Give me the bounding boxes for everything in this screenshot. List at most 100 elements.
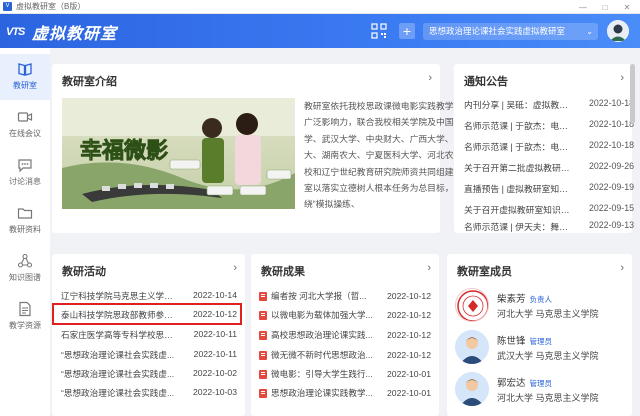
book-icon [18, 63, 32, 76]
chevron-right-icon[interactable]: › [620, 72, 624, 84]
sidebar-item-knowledge-graph[interactable]: 知识图谱 [0, 246, 50, 292]
result-item-title: 思想政治理论课实践教学... [271, 388, 373, 398]
notice-item-date: 2022-09-19 [589, 182, 634, 192]
activity-item[interactable]: 石家庄医学高等专科学校思政... 2022-10-11 [61, 329, 237, 341]
activity-item-date: 2022-10-14 [193, 290, 237, 300]
sidebar-item-label: 在线会议 [9, 129, 41, 138]
result-item-title: 微电影：引导大学生践行... [271, 369, 373, 379]
notice-item[interactable]: 名师示范课 | 于歆杰：电路... 2022-10-18 [464, 119, 634, 132]
video-icon [17, 112, 33, 122]
activity-item[interactable]: 辽宁科技学院马克思主义学院... 2022-10-14 [61, 290, 237, 302]
app-header: VTS 虚拟教研室 + 思想政治理论课社会实践虚拟教研室 ⌄ [0, 14, 640, 48]
result-item[interactable]: 编者按 河北大学报（哲... 2022-10-12 [259, 290, 431, 302]
activity-item-title: “思想政治理论课社会实践虚... [61, 388, 175, 398]
result-item-date: 2022-10-12 [387, 291, 431, 301]
members-title: 教研室成员 [457, 266, 512, 278]
member-role: 负责人 [529, 295, 553, 304]
notice-item-date: 2022-10-18 [589, 140, 634, 150]
maximize-button[interactable]: □ [594, 0, 616, 14]
highlight-box [52, 303, 242, 325]
notice-item[interactable]: 关于召开第二批虚拟教研室... 2022-09-26 [464, 161, 634, 174]
member-org: 河北大学 [497, 309, 534, 319]
result-item-title: 微无微不新时代思想政治... [271, 350, 373, 360]
folder-icon [17, 208, 33, 219]
chevron-right-icon[interactable]: › [233, 262, 237, 274]
notice-item-date: 2022-10-18 [589, 119, 634, 129]
notice-item-title: 名师示范课 | 于歆杰：电路... [464, 121, 574, 131]
member-name: 郭宏达 [497, 378, 526, 389]
results-card: 教研成果 › 编者按 河北大学报（哲... 2022-10-12 以微电影为载体… [251, 254, 439, 416]
result-item-date: 2022-10-01 [387, 369, 431, 379]
window-title: 虚拟教研室（B版） [16, 2, 86, 11]
notice-item-date: 2022-09-13 [589, 220, 634, 230]
result-item-title: 以微电影为载体加强大学... [271, 310, 373, 320]
chevron-right-icon[interactable]: › [427, 262, 431, 274]
pdf-icon [259, 388, 267, 398]
activity-item-date: 2022-10-11 [193, 349, 237, 359]
scrollbar-thumb[interactable] [630, 64, 635, 124]
sidebar-item-research-room[interactable]: 教研室 [0, 54, 50, 100]
member-item[interactable]: 郭宏达 管理员 河北大学 马克思主义学院 [455, 372, 625, 410]
minimize-button[interactable]: — [572, 0, 594, 14]
notice-item-date: 2022-10-18 [589, 98, 634, 108]
result-item[interactable]: 微无微不新时代思想政治... 2022-10-12 [259, 349, 431, 361]
chevron-down-icon: ⌄ [586, 27, 593, 36]
activities-title: 教研活动 [62, 266, 106, 278]
sidebar-item-label: 教研室 [13, 81, 37, 90]
add-button[interactable]: + [399, 23, 415, 39]
members-card: 教研室成员 › 柴素芳 负责人 河北大学 马克思主义学院 陈世锋 管理员 武汉大学 … [447, 254, 632, 416]
member-item[interactable]: 柴素芳 负责人 河北大学 马克思主义学院 [455, 288, 625, 326]
notice-item-date: 2022-09-26 [589, 161, 634, 171]
notice-item[interactable]: 名师示范课 | 于歆杰：电路... 2022-10-18 [464, 140, 634, 153]
close-button[interactable]: ✕ [616, 0, 638, 14]
activity-item-title: 石家庄医学高等专科学校思政... [61, 330, 175, 340]
chevron-right-icon[interactable]: › [428, 72, 432, 84]
activity-item-title: 辽宁科技学院马克思主义学院... [61, 291, 175, 301]
avatar [455, 330, 489, 364]
pdf-icon [259, 350, 267, 360]
pdf-icon [259, 291, 267, 301]
member-dept: 马克思主义学院 [535, 351, 599, 361]
qr-code-icon[interactable] [371, 23, 387, 39]
sidebar-item-label: 知识图谱 [9, 273, 41, 282]
sidebar-item-label: 教研资料 [9, 225, 41, 234]
chevron-right-icon[interactable]: › [620, 262, 624, 274]
activity-item-date: 2022-10-03 [193, 387, 237, 397]
result-item[interactable]: 以微电影为载体加强大学... 2022-10-12 [259, 309, 431, 321]
intro-banner-image: 幸福微影 [62, 98, 295, 209]
sidebar-item-meeting[interactable]: 在线会议 [0, 102, 50, 148]
notice-item[interactable]: 名师示范课 | 伊天夫：舞台... 2022-09-13 [464, 220, 634, 233]
result-item-date: 2022-10-12 [387, 330, 431, 340]
sidebar-item-materials[interactable]: 教研资料 [0, 198, 50, 244]
user-avatar[interactable] [607, 20, 629, 42]
activity-item[interactable]: “思想政治理论课社会实践虚... 2022-10-02 [61, 368, 237, 380]
sidebar-item-teaching-resources[interactable]: 教学资源 [0, 294, 50, 340]
member-dept: 马克思主义学院 [535, 309, 599, 319]
logo-mark: VTS [6, 26, 25, 38]
room-selector[interactable]: 思想政治理论课社会实践虚拟教研室 ⌄ [423, 23, 598, 40]
result-item[interactable]: 高校思想政治理论课实践... 2022-10-12 [259, 329, 431, 341]
notice-item-title: 关于召开虚拟教研室知识图... [464, 205, 574, 215]
member-name: 陈世锋 [497, 336, 526, 347]
sidebar-item-discussion[interactable]: 讨论消息 [0, 150, 50, 196]
notice-item-title: 名师示范课 | 于歆杰：电路... [464, 142, 574, 152]
sidebar: 教研室 在线会议 讨论消息 教研资料 知识图谱 教学资源 [0, 48, 50, 416]
sidebar-item-label: 讨论消息 [9, 177, 41, 186]
result-item[interactable]: 思想政治理论课实践教学... 2022-10-01 [259, 387, 431, 399]
intro-title: 教研室介绍 [62, 76, 117, 88]
member-dept: 马克思主义学院 [535, 393, 599, 403]
activity-item[interactable]: “思想政治理论课社会实践虚... 2022-10-03 [61, 387, 237, 399]
activity-item-date: 2022-10-11 [193, 329, 237, 339]
result-item-date: 2022-10-01 [387, 388, 431, 398]
notice-item[interactable]: 直播预告 | 虚拟教研室知识... 2022-09-19 [464, 182, 634, 195]
member-item[interactable]: 陈世锋 管理员 武汉大学 马克思主义学院 [455, 330, 625, 368]
notice-item[interactable]: 内刊分享 | 吴砥：虚拟教研... 2022-10-18 [464, 98, 634, 111]
intro-card: 教研室介绍 › 幸福微影 教研室依托我校思政课微电影实践教学成果及广泛影响力，联… [52, 64, 480, 233]
activity-item[interactable]: “思想政治理论课社会实践虚... 2022-10-11 [61, 349, 237, 361]
notice-item-title: 关于召开第二批虚拟教研室... [464, 163, 574, 173]
notice-item-date: 2022-09-15 [589, 203, 634, 213]
member-role: 管理员 [529, 379, 553, 388]
result-item[interactable]: 微电影：引导大学生践行... 2022-10-01 [259, 368, 431, 380]
notice-item[interactable]: 关于召开虚拟教研室知识图... 2022-09-15 [464, 203, 634, 216]
result-item-date: 2022-10-12 [387, 350, 431, 360]
